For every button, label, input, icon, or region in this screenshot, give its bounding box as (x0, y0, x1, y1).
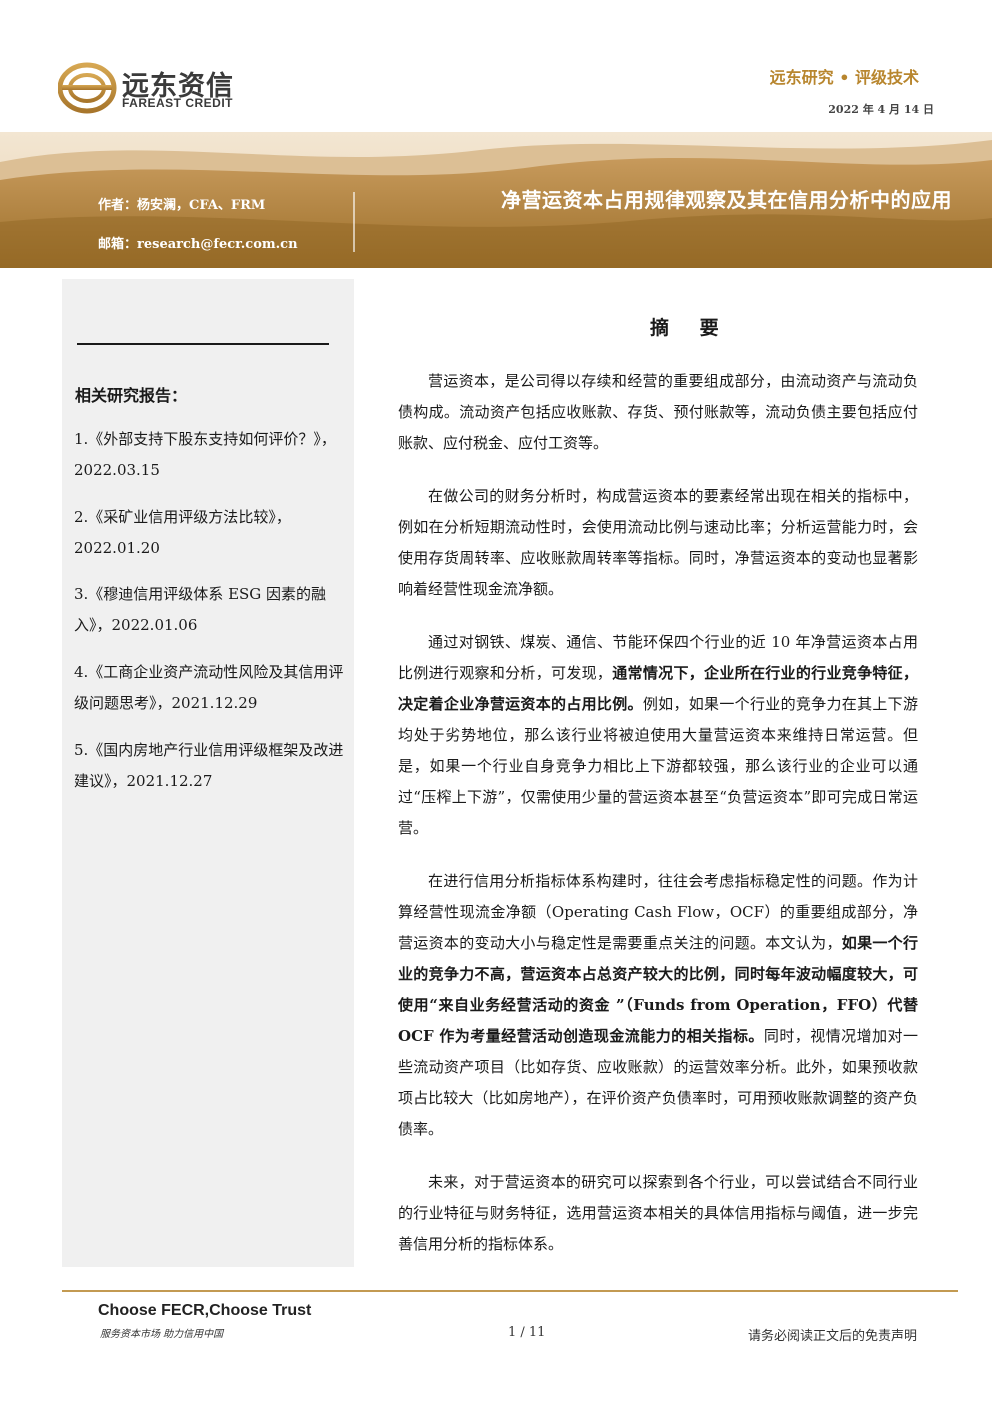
related-report-item[interactable]: 5.《国内房地产行业信用评级框架及改进建议》，2021.12.27 (74, 735, 350, 797)
banner-divider (353, 192, 355, 252)
footer-slogan-cn: 服务资本市场 助力信用中国 (100, 1329, 224, 1340)
footer-slogan-en: Choose FECR,Choose Trust (98, 1302, 312, 1319)
sidebar-rule (77, 343, 329, 345)
page-number: 1 / 11 (508, 1325, 546, 1340)
logo-english-name: FAREAST CREDIT (122, 96, 234, 110)
abstract-heading: 摘 要 (650, 317, 731, 339)
abstract-paragraph: 在进行信用分析指标体系构建时，往往会考虑指标稳定性的问题。作为计算经营性现流金净… (398, 866, 918, 1145)
paragraph-text: 在进行信用分析指标体系构建时，往往会考虑指标稳定性的问题。作为计算经营性现流金净… (398, 872, 918, 952)
paragraph-text: 例如，如果一个行业的竞争力在其上下游均处于劣势地位，那么该行业将被迫使用大量营运… (398, 695, 918, 837)
abstract-paragraph: 营运资本，是公司得以存续和经营的重要组成部分，由流动资产与流动负债构成。流动资产… (398, 372, 918, 452)
report-title: 净营运资本占用规律观察及其在信用分析中的应用 (501, 188, 952, 212)
abstract-paragraph: 在做公司的财务分析时，构成营运资本的要素经常出现在相关的指标中，例如在分析短期流… (398, 487, 918, 598)
related-report-item[interactable]: 3.《穆迪信用评级体系 ESG 因素的融入》，2022.01.06 (74, 579, 350, 641)
related-report-item[interactable]: 2.《采矿业信用评级方法比较》，2022.01.20 (74, 502, 350, 564)
abstract-body: 营运资本，是公司得以存续和经营的重要组成部分，由流动资产与流动负债构成。流动资产… (398, 366, 918, 1282)
disclaimer-note: 请务必阅读正文后的免责声明 (747, 1329, 917, 1344)
author-line: 作者：杨安澜，CFA、FRM (98, 198, 266, 213)
abstract-paragraph: 未来，对于营运资本的研究可以探索到各个行业，可以尝试结合不同行业的行业特征与财务… (398, 1173, 918, 1253)
footer-rule (62, 1290, 958, 1292)
related-reports-heading: 相关研究报告： (75, 386, 188, 405)
related-report-item[interactable]: 1.《外部支持下股东支持如何评价？》，2022.03.15 (74, 424, 350, 486)
abstract-paragraph: 通过对钢铁、煤炭、通信、节能环保四个行业的近 10 年净营运资本占用比例进行观察… (398, 627, 918, 844)
email-line: 邮箱：research@fecr.com.cn (98, 237, 298, 252)
report-date: 2022 年 4 月 14 日 (828, 103, 934, 116)
related-report-item[interactable]: 4.《工商企业资产流动性风险及其信用评级问题思考》，2021.12.29 (74, 657, 350, 719)
report-series: 远东研究 • 评级技术 (769, 68, 919, 87)
